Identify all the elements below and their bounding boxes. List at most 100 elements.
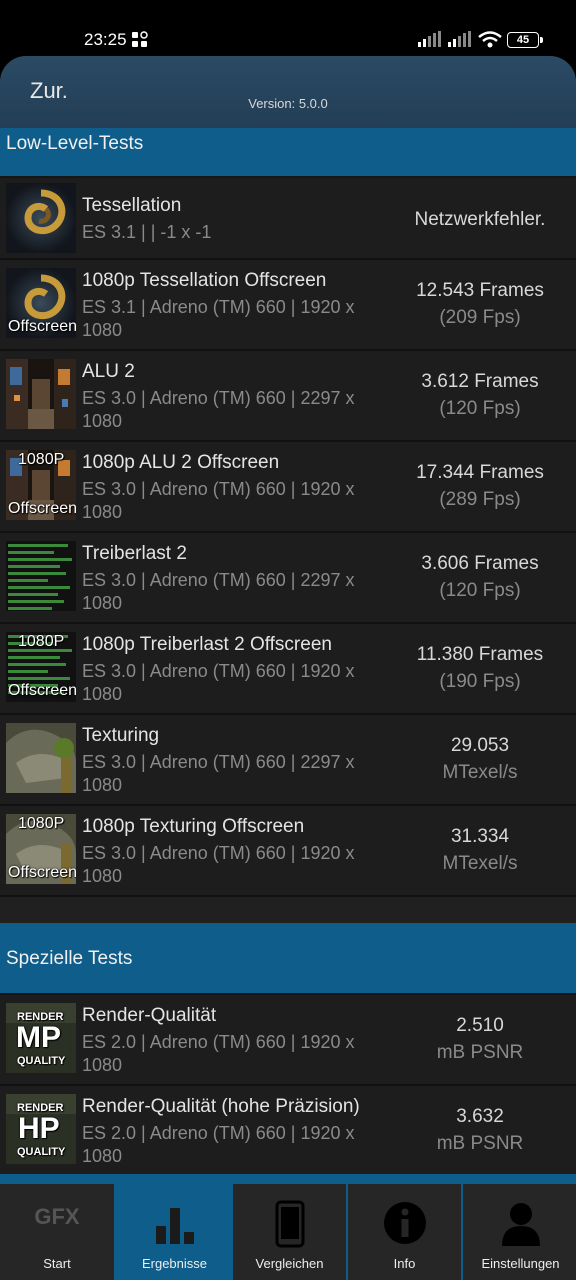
test-row-alu2-offscreen[interactable]: 1080P Offscreen 1080p ALU 2 Offscreen ES… bbox=[0, 442, 576, 533]
quality-label: QUALITY bbox=[17, 1055, 66, 1067]
app-window: Zur. Version: 5.0.0 Low-Level-Tests Tess… bbox=[0, 56, 576, 1280]
test-row-tessellation[interactable]: Tessellation ES 3.1 | | -1 x -1 Netzwerk… bbox=[0, 178, 576, 260]
battery-indicator: 45 bbox=[507, 32, 543, 48]
test-row-texturing[interactable]: Texturing ES 3.0 | Adreno (TM) 660 | 229… bbox=[0, 715, 576, 806]
test-title: ALU 2 bbox=[82, 361, 135, 382]
offscreen-label: Offscreen bbox=[8, 318, 76, 335]
nav-compare[interactable]: Vergleichen bbox=[231, 1184, 346, 1280]
hp-label: HP bbox=[18, 1112, 60, 1145]
test-details: ES 2.0 | Adreno (TM) 660 | 1920 x 1080 bbox=[82, 1032, 355, 1075]
section-spacer bbox=[0, 897, 576, 923]
result-fps: (120 Fps) bbox=[439, 580, 521, 601]
test-title: 1080p Treiberlast 2 Offscreen bbox=[82, 634, 332, 655]
test-row-driver-overhead-offscreen[interactable]: 1080P Offscreen 1080p Treiberlast 2 Offs… bbox=[0, 624, 576, 715]
1080p-label: 1080P bbox=[18, 815, 65, 832]
bottom-navigation: GFX Start Ergebnisse Vergleichen Info Ei… bbox=[0, 1174, 576, 1280]
1080p-label: 1080P bbox=[18, 633, 65, 650]
nav-label: Ergebnisse bbox=[141, 1256, 208, 1271]
render-quality-hp-thumbnail: RENDER HP QUALITY bbox=[6, 1094, 76, 1164]
driver-overhead-offscreen-thumbnail: 1080P Offscreen bbox=[6, 632, 76, 702]
result-frames: 12.543 Frames bbox=[416, 280, 544, 301]
status-time: 23:25 bbox=[84, 30, 127, 49]
offscreen-label: Offscreen bbox=[8, 864, 76, 881]
result-fps: (209 Fps) bbox=[439, 307, 521, 328]
result-frames: 3.606 Frames bbox=[421, 553, 539, 574]
test-result: 3.632 mB PSNR bbox=[384, 1103, 576, 1157]
nav-label: Einstellungen bbox=[481, 1256, 560, 1271]
offscreen-label: Offscreen bbox=[8, 500, 76, 517]
test-details: ES 3.0 | Adreno (TM) 660 | 1920 x 1080 bbox=[82, 479, 355, 522]
test-result: 31.334 MTexel/s bbox=[384, 823, 576, 877]
test-result: 29.053 MTexel/s bbox=[384, 732, 576, 786]
result-unit: mB PSNR bbox=[436, 1042, 524, 1063]
nav-start[interactable]: GFX Start bbox=[0, 1184, 114, 1280]
render-quality-mp-thumbnail: RENDER MP QUALITY bbox=[6, 1003, 76, 1073]
test-details: ES 3.0 | Adreno (TM) 660 | 1920 x 1080 bbox=[82, 661, 355, 704]
alu2-offscreen-thumbnail: 1080P Offscreen bbox=[6, 450, 76, 520]
quality-label: QUALITY bbox=[17, 1146, 66, 1158]
texturing-thumbnail bbox=[6, 723, 76, 793]
test-result: 3.612 Frames (120 Fps) bbox=[384, 368, 576, 422]
phone-icon bbox=[233, 1200, 346, 1253]
result-fps: (190 Fps) bbox=[439, 671, 521, 692]
test-row-render-quality-high[interactable]: RENDER HP QUALITY Render-Qualität (hohe … bbox=[0, 1086, 576, 1177]
nav-settings[interactable]: Einstellungen bbox=[461, 1184, 576, 1280]
test-result: 17.344 Frames (289 Fps) bbox=[384, 459, 576, 513]
test-title: 1080p ALU 2 Offscreen bbox=[82, 452, 280, 473]
test-result: 11.380 Frames (190 Fps) bbox=[384, 641, 576, 695]
test-details: ES 2.0 | Adreno (TM) 660 | 1920 x 1080 bbox=[82, 1123, 355, 1166]
result-fps: (289 Fps) bbox=[439, 489, 521, 510]
test-result: 12.543 Frames (209 Fps) bbox=[384, 277, 576, 331]
test-row-texturing-offscreen[interactable]: 1080P Offscreen 1080p Texturing Offscree… bbox=[0, 806, 576, 897]
nav-label: Start bbox=[43, 1256, 71, 1271]
test-result: Netzwerkfehler. bbox=[384, 206, 576, 233]
offscreen-label: Offscreen bbox=[8, 682, 76, 699]
test-result: 2.510 mB PSNR bbox=[384, 1012, 576, 1066]
test-details: ES 3.1 | Adreno (TM) 660 | 1920 x 1080 bbox=[82, 297, 355, 340]
header-bar: Zur. Version: 5.0.0 bbox=[0, 56, 576, 128]
version-label: Version: 5.0.0 bbox=[248, 96, 328, 111]
result-unit: MTexel/s bbox=[442, 853, 518, 874]
result-value: 3.632 bbox=[456, 1106, 504, 1127]
test-row-alu2[interactable]: ALU 2 ES 3.0 | Adreno (TM) 660 | 2297 x … bbox=[0, 351, 576, 442]
result-frames: 3.612 Frames bbox=[421, 371, 539, 392]
result-value: 29.053 bbox=[450, 735, 510, 756]
test-details: ES 3.0 | Adreno (TM) 660 | 2297 x 1080 bbox=[82, 752, 355, 795]
test-title: 1080p Texturing Offscreen bbox=[82, 816, 305, 837]
test-title: Texturing bbox=[82, 725, 160, 746]
notification-icon bbox=[132, 31, 148, 47]
nav-results[interactable]: Ergebnisse bbox=[116, 1184, 231, 1280]
test-details: ES 3.0 | Adreno (TM) 660 | 1920 x 1080 bbox=[82, 843, 355, 886]
gfx-logo-icon: GFX bbox=[34, 1204, 80, 1229]
result-fps: (120 Fps) bbox=[439, 398, 521, 419]
test-row-tessellation-offscreen[interactable]: Offscreen 1080p Tessellation Offscreen E… bbox=[0, 260, 576, 351]
nav-label: Vergleichen bbox=[255, 1256, 324, 1271]
test-details: ES 3.1 | | -1 x -1 bbox=[82, 222, 212, 242]
test-title: Render-Qualität bbox=[82, 1005, 217, 1026]
user-icon bbox=[463, 1200, 576, 1251]
bar-chart-icon bbox=[118, 1200, 231, 1251]
texturing-offscreen-thumbnail: 1080P Offscreen bbox=[6, 814, 76, 884]
test-details: ES 3.0 | Adreno (TM) 660 | 2297 x 1080 bbox=[82, 570, 355, 613]
result-value: 31.334 bbox=[450, 826, 510, 847]
result-error: Netzwerkfehler. bbox=[414, 209, 546, 230]
section-title: Low-Level-Tests bbox=[6, 133, 144, 154]
test-result: 3.606 Frames (120 Fps) bbox=[384, 550, 576, 604]
nav-label: Info bbox=[393, 1256, 416, 1271]
test-title: Tessellation bbox=[82, 195, 182, 216]
cell-signal-icon bbox=[418, 31, 441, 47]
test-title: 1080p Tessellation Offscreen bbox=[82, 270, 327, 291]
1080p-label: 1080P bbox=[18, 451, 65, 468]
tessellation-offscreen-thumbnail: Offscreen bbox=[6, 268, 76, 338]
result-frames: 11.380 Frames bbox=[416, 644, 544, 665]
cell-signal-2-icon bbox=[448, 31, 471, 47]
test-row-driver-overhead[interactable]: Treiberlast 2 ES 3.0 | Adreno (TM) 660 |… bbox=[0, 533, 576, 624]
alu2-thumbnail bbox=[6, 359, 76, 429]
tessellation-thumbnail bbox=[6, 183, 76, 253]
test-title: Render-Qualität (hohe Präzision) bbox=[82, 1096, 360, 1117]
test-row-render-quality[interactable]: RENDER MP QUALITY Render-Qualität ES 2.0… bbox=[0, 995, 576, 1086]
result-unit: MTexel/s bbox=[442, 762, 518, 783]
section-low-level: Low-Level-Tests bbox=[0, 128, 576, 176]
section-title: Spezielle Tests bbox=[6, 948, 133, 969]
nav-info[interactable]: Info bbox=[346, 1184, 461, 1280]
